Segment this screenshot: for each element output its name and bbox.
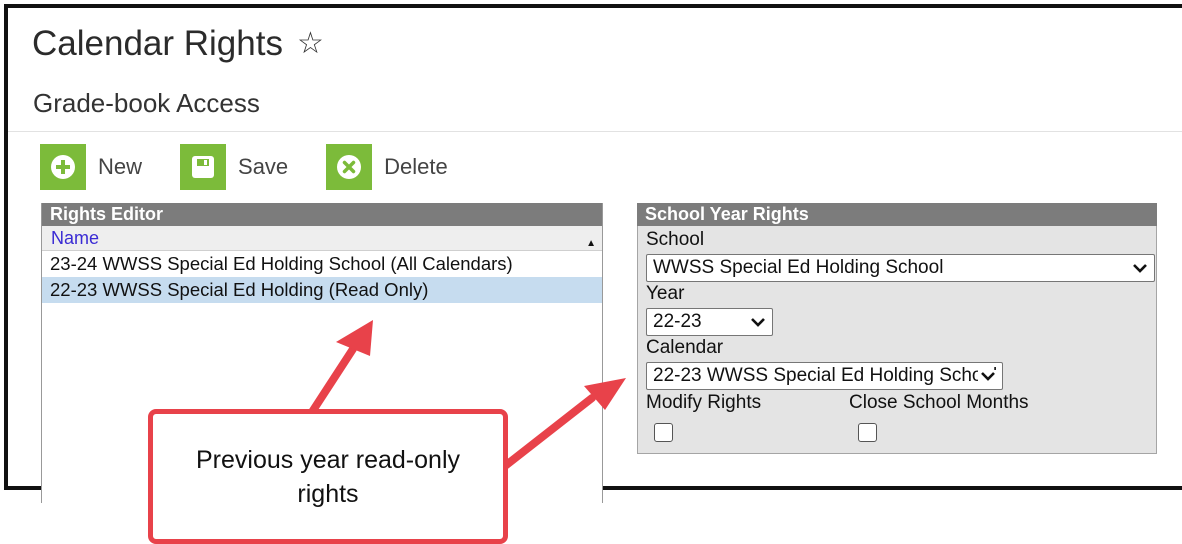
annotation-callout: Previous year read-only rights <box>148 409 508 544</box>
arrow-head-icon <box>584 378 626 410</box>
callout-arrow-up <box>308 345 357 416</box>
callout-text: Previous year read-only rights <box>195 445 460 508</box>
callout-arrow-right <box>501 394 596 470</box>
